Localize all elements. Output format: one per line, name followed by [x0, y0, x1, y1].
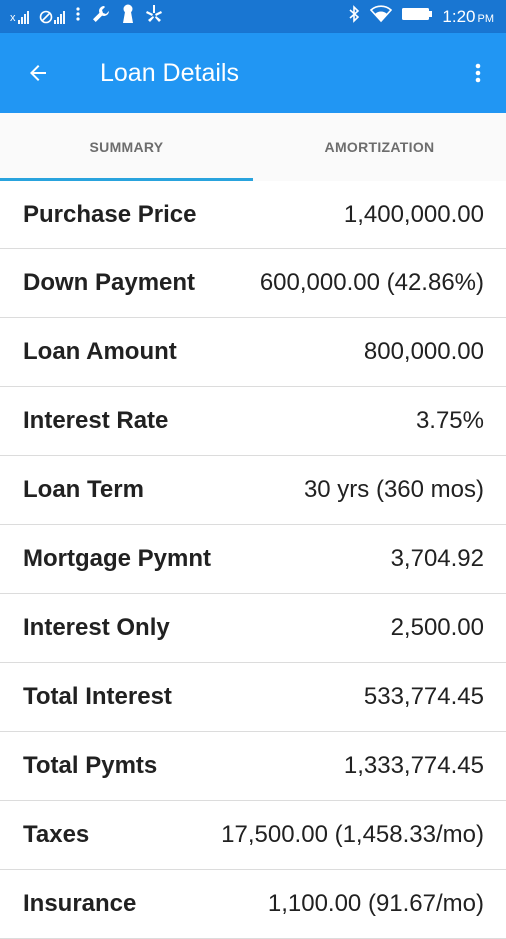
status-bar-time: 1:20 PM	[442, 7, 494, 27]
yelp-icon	[145, 4, 163, 29]
row-total-interest: Total Interest 533,774.45	[0, 663, 506, 732]
row-value: 3,704.92	[390, 545, 484, 572]
row-purchase-price: Purchase Price 1,400,000.00	[0, 181, 506, 249]
row-label: Total Pymts	[23, 752, 158, 779]
row-insurance: Insurance 1,100.00 (91.67/mo)	[0, 870, 506, 939]
status-time-value: 1:20	[442, 6, 476, 26]
tab-amortization[interactable]: AMORTIZATION	[253, 113, 506, 181]
row-loan-term: Loan Term 30 yrs (360 mos)	[0, 456, 506, 525]
row-value: 600,000.00 (42.86%)	[259, 269, 484, 296]
row-label: Total Interest	[23, 683, 172, 710]
overflow-menu-icon	[475, 63, 481, 83]
bluetooth-icon	[348, 5, 360, 28]
row-label: Mortgage Pymnt	[23, 545, 212, 572]
row-value: 2,500.00	[390, 614, 484, 641]
loan-summary-list: Purchase Price 1,400,000.00 Down Payment…	[0, 181, 506, 939]
row-label: Loan Term	[23, 476, 144, 503]
row-mortgage-payment: Mortgage Pymnt 3,704.92	[0, 525, 506, 594]
row-value: 800,000.00	[363, 338, 484, 365]
row-label: Down Payment	[23, 269, 196, 296]
row-value: 1,333,774.45	[343, 752, 484, 779]
row-value: 533,774.45	[363, 683, 484, 710]
more-vert-icon	[75, 6, 81, 27]
page-title: Loan Details	[100, 58, 239, 87]
status-bar: x 1:20 PM	[0, 0, 506, 33]
row-interest-only: Interest Only 2,500.00	[0, 594, 506, 663]
row-loan-amount: Loan Amount 800,000.00	[0, 318, 506, 387]
wrench-icon	[91, 4, 111, 29]
row-label: Interest Only	[23, 614, 170, 641]
tab-summary[interactable]: SUMMARY	[0, 113, 253, 181]
row-value: 1,400,000.00	[343, 200, 484, 228]
keyhole-icon	[121, 4, 135, 29]
row-value: 3.75%	[415, 407, 484, 434]
row-label: Interest Rate	[23, 407, 169, 434]
row-interest-rate: Interest Rate 3.75%	[0, 387, 506, 456]
status-bar-left: x	[10, 4, 163, 29]
wifi-icon	[370, 5, 393, 28]
battery-icon	[402, 6, 433, 27]
app-bar: Loan Details	[0, 33, 506, 113]
row-label: Loan Amount	[23, 338, 177, 365]
arrow-back-icon	[30, 65, 46, 81]
status-time-ampm: PM	[477, 12, 495, 25]
row-value: 1,100.00 (91.67/mo)	[267, 890, 484, 917]
overflow-menu-button[interactable]	[450, 33, 506, 113]
row-down-payment: Down Payment 600,000.00 (42.86%)	[0, 249, 506, 318]
signal-x-icon: x	[10, 10, 29, 24]
row-taxes: Taxes 17,500.00 (1,458.33/mo)	[0, 801, 506, 870]
row-total-payments: Total Pymts 1,333,774.45	[0, 732, 506, 801]
status-bar-right: 1:20 PM	[348, 5, 494, 28]
row-value: 17,500.00 (1,458.33/mo)	[221, 821, 484, 848]
row-label: Insurance	[23, 890, 137, 917]
row-label: Taxes	[23, 821, 90, 848]
tab-bar: SUMMARY AMORTIZATION	[0, 113, 506, 181]
row-label: Purchase Price	[23, 200, 197, 228]
back-button[interactable]	[0, 33, 78, 113]
row-value: 30 yrs (360 mos)	[303, 476, 484, 503]
no-signal-icon	[39, 10, 65, 24]
